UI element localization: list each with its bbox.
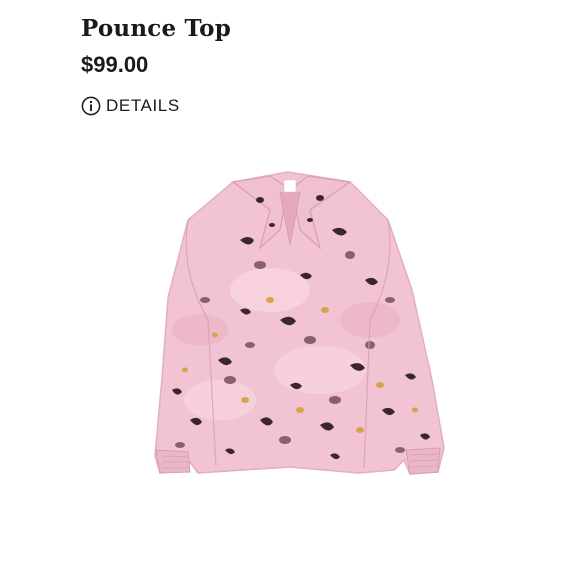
info-icon xyxy=(81,96,101,116)
details-label: DETAILS xyxy=(106,96,180,115)
product-title: Pounce Top xyxy=(81,15,232,42)
product-price: $99.00 xyxy=(81,52,149,77)
product-image[interactable] xyxy=(120,170,460,510)
product-page: Pounce Top $99.00 DETAILS xyxy=(0,0,580,580)
details-link[interactable]: DETAILS xyxy=(81,96,180,116)
